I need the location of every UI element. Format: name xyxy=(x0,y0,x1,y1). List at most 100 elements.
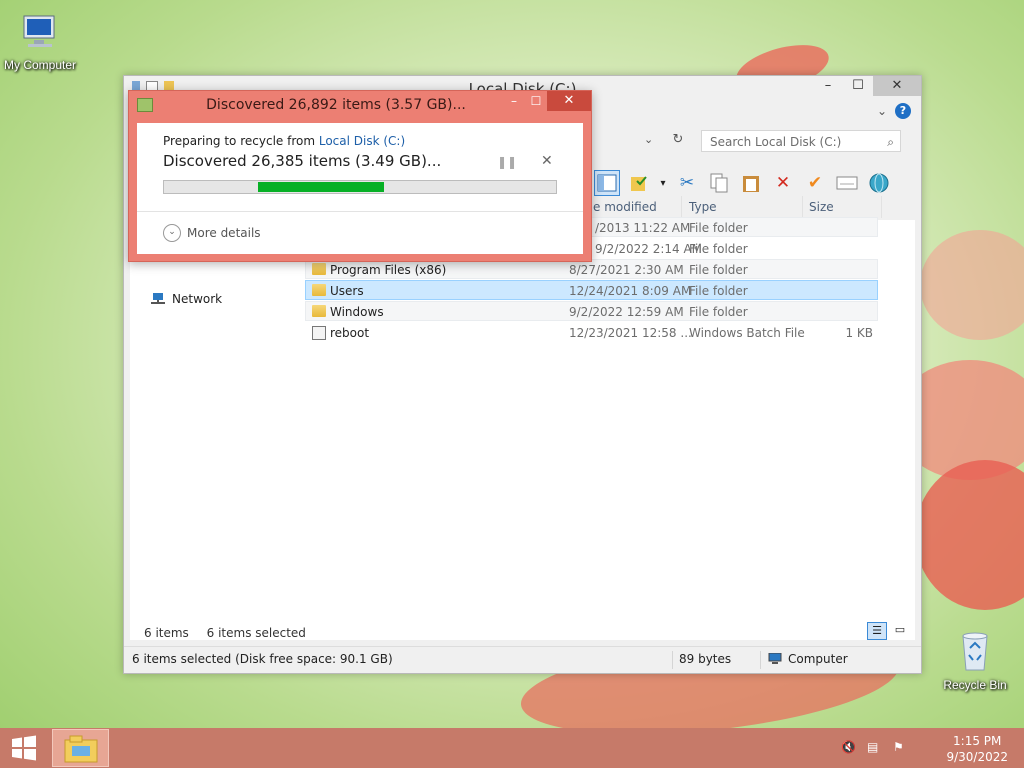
row-date: /2013 11:22 AM xyxy=(595,221,691,235)
computer-small-icon xyxy=(768,653,782,664)
status-location: Computer xyxy=(768,652,848,666)
folder-check-icon xyxy=(631,176,647,191)
row-type: Windows Batch File xyxy=(689,326,805,340)
command-toolbar: ▾ ✂ ✕ ✔ xyxy=(594,168,892,198)
preparing-prefix: Preparing to recycle from xyxy=(163,134,319,148)
column-header-size[interactable]: Size xyxy=(809,196,834,218)
row-date: 12/23/2021 12:58 ... xyxy=(569,326,692,340)
taskbar-file-explorer[interactable] xyxy=(52,729,109,767)
address-dropdown-icon[interactable]: ⌄ xyxy=(644,133,653,146)
maximize-button[interactable]: ☐ xyxy=(843,76,873,96)
desktop-icon-label: My Computer xyxy=(3,58,77,72)
close-button[interactable]: ✕ xyxy=(873,76,921,96)
table-row[interactable]: Users 12/24/2021 8:09 AM File folder xyxy=(305,280,878,300)
folder-icon xyxy=(312,284,326,296)
nav-pane-network[interactable]: Network xyxy=(150,292,222,306)
source-location-link[interactable]: Local Disk (C:) xyxy=(319,134,405,148)
more-details-label: More details xyxy=(187,226,261,240)
desktop-icon-label: Recycle Bin xyxy=(943,678,1007,692)
dialog-close-button[interactable]: ✕ xyxy=(547,91,591,111)
large-icons-view-icon[interactable]: ▭ xyxy=(891,622,909,638)
item-count: 6 items xyxy=(144,626,189,640)
status-selection: 6 items selected (Disk free space: 90.1 … xyxy=(132,652,393,666)
windows-logo-icon xyxy=(12,735,36,761)
wallpaper-petal xyxy=(920,230,1024,340)
column-header-modified[interactable]: e modified xyxy=(593,196,657,218)
folder-options-button[interactable] xyxy=(626,170,652,196)
row-date: 12/24/2021 8:09 AM xyxy=(569,284,692,298)
paste-icon[interactable] xyxy=(738,170,764,196)
row-type: File folder xyxy=(689,305,748,319)
table-row[interactable]: Program Files (x86) 8/27/2021 2:30 AM Fi… xyxy=(305,259,878,279)
delete-icon[interactable]: ✕ xyxy=(770,170,796,196)
computer-icon xyxy=(23,15,55,47)
column-separator[interactable] xyxy=(681,196,682,218)
volume-muted-icon[interactable]: 🔇 xyxy=(841,740,857,756)
content-area: Network /2013 11:22 AM File folder 9/2/2… xyxy=(130,217,915,640)
column-separator[interactable] xyxy=(881,196,882,218)
desktop-icon-recycle-bin[interactable]: Recycle Bin xyxy=(935,630,1015,692)
dialog-minimize-button[interactable]: – xyxy=(503,91,525,111)
column-header-type[interactable]: Type xyxy=(689,196,717,218)
dialog-title: Discovered 26,892 items (3.57 GB)... xyxy=(206,97,466,113)
copy-icon[interactable] xyxy=(706,170,732,196)
item-count-status: 6 items 6 items selected xyxy=(144,626,306,640)
network-icon xyxy=(151,293,165,304)
folder-icon xyxy=(312,305,326,317)
cut-icon[interactable]: ✂ xyxy=(674,170,700,196)
clock-time: 1:15 PM xyxy=(953,734,1002,748)
ribbon-expand-icon[interactable]: ⌄ xyxy=(877,104,887,118)
row-type: File folder xyxy=(689,221,748,235)
search-placeholder: Search Local Disk (C:) xyxy=(710,135,842,149)
recycle-progress-dialog: Discovered 26,892 items (3.57 GB)... – ☐… xyxy=(128,90,592,262)
pause-button[interactable]: ❚❚ xyxy=(497,155,517,169)
dialog-maximize-button[interactable]: ☐ xyxy=(525,91,547,111)
wallpaper-petal xyxy=(915,460,1024,610)
status-bar: 6 items selected (Disk free space: 90.1 … xyxy=(124,646,921,673)
cancel-operation-button[interactable]: ✕ xyxy=(541,153,553,169)
taskbar-clock[interactable]: 1:15 PM 9/30/2022 xyxy=(946,733,1008,765)
help-icon[interactable]: ? xyxy=(895,103,911,119)
nav-network-label: Network xyxy=(172,292,223,306)
dialog-body: Preparing to recycle from Local Disk (C:… xyxy=(137,123,583,254)
preparing-text: Preparing to recycle from Local Disk (C:… xyxy=(163,134,405,148)
table-row[interactable]: reboot 12/23/2021 12:58 ... Windows Batc… xyxy=(305,322,878,342)
refresh-icon[interactable]: ↻ xyxy=(667,130,689,150)
properties-button[interactable] xyxy=(834,170,860,196)
row-date: 9/2/2022 2:14 AM xyxy=(595,242,703,256)
preview-pane-button[interactable] xyxy=(594,170,620,196)
clock-date: 9/30/2022 xyxy=(946,750,1008,764)
search-input[interactable]: Search Local Disk (C:) ⌕ xyxy=(701,130,901,152)
row-date: 8/27/2021 2:30 AM xyxy=(569,263,684,277)
row-name: Users xyxy=(330,284,364,298)
dialog-divider xyxy=(137,211,583,212)
table-row[interactable]: Windows 9/2/2022 12:59 AM File folder xyxy=(305,301,878,321)
network-tray-icon[interactable]: ▤ xyxy=(867,740,883,756)
row-name: Program Files (x86) xyxy=(330,263,447,277)
recycle-bin-icon xyxy=(962,632,988,671)
paste-glyph xyxy=(743,176,759,192)
rename-check-icon[interactable]: ✔ xyxy=(802,170,828,196)
progress-fill xyxy=(258,182,384,192)
view-switcher: ☰ ▭ xyxy=(867,622,909,640)
details-view-icon[interactable]: ☰ xyxy=(867,622,887,640)
selected-count: 6 items selected xyxy=(206,626,306,640)
action-center-icon[interactable]: ⚑ xyxy=(893,740,909,756)
more-details-toggle[interactable]: ⌄ More details xyxy=(163,224,261,242)
start-button[interactable] xyxy=(0,728,48,768)
column-separator[interactable] xyxy=(802,196,803,218)
globe-glyph xyxy=(869,173,889,193)
row-type: File folder xyxy=(689,284,748,298)
system-tray: 🔇 ▤ ⚑ xyxy=(841,740,909,756)
search-icon[interactable]: ⌕ xyxy=(887,131,894,153)
dialog-titlebar[interactable]: Discovered 26,892 items (3.57 GB)... – ☐… xyxy=(129,91,591,119)
dropdown-arrow-icon[interactable]: ▾ xyxy=(658,170,668,196)
status-divider xyxy=(672,651,673,669)
minimize-button[interactable]: – xyxy=(813,76,843,96)
properties-glyph xyxy=(836,176,858,190)
desktop-icon-my-computer[interactable]: My Computer xyxy=(0,10,80,72)
network-globe-icon[interactable] xyxy=(866,170,892,196)
discovered-status: Discovered 26,385 items (3.49 GB)... xyxy=(163,152,442,170)
chevron-down-icon: ⌄ xyxy=(163,224,181,242)
row-type: File folder xyxy=(689,242,748,256)
